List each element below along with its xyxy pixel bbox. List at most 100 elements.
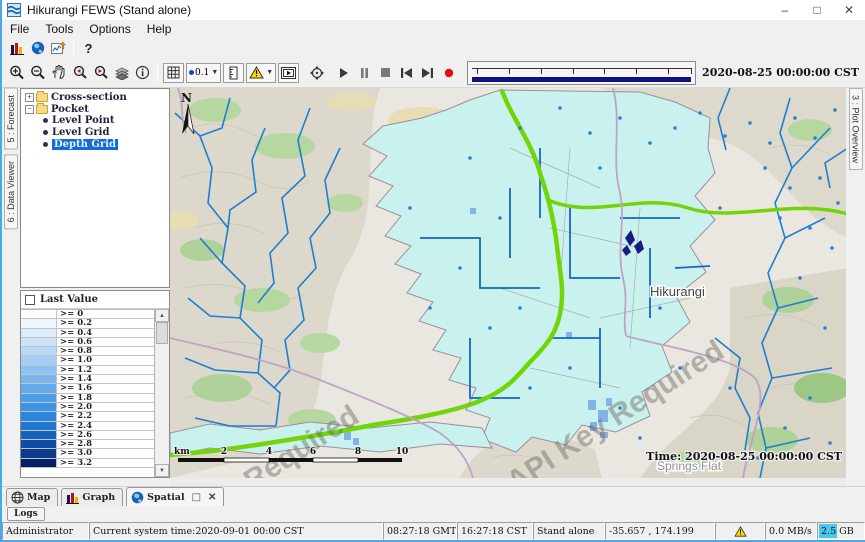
layers-icon[interactable] [111,63,132,83]
record-button[interactable] [438,63,459,83]
zoom-next-icon[interactable] [90,63,111,83]
tree-item-level-grid[interactable]: Level Grid [23,127,169,139]
warnings-button[interactable]: ▼ [246,63,276,83]
legend-color-swatch [21,403,57,411]
left-vertical-tab[interactable]: 5 : Forecast [4,88,18,150]
tree-item-cross-section[interactable]: + Cross-section [23,92,169,104]
data-display-icon[interactable] [6,38,27,58]
legend-row-label: >= 1.8 [57,394,154,402]
memory-usage-label: 2.5 GB [821,526,854,537]
animation-export-button[interactable] [278,63,299,83]
legend-color-swatch [21,338,57,346]
town-label: Hikurangi [650,284,705,299]
legend-row-label: >= 3.2 [57,459,154,467]
menu-item[interactable]: Tools [37,21,81,37]
logs-button[interactable]: Logs [7,507,45,521]
chevron-down-icon: ▼ [211,69,218,76]
animation-settings-icon[interactable] [306,63,327,83]
title-bar: Hikurangi FEWS (Stand alone) – □ ✕ [2,0,865,20]
step-back-button[interactable] [396,63,417,83]
tree-item-depth-grid[interactable]: Depth Grid [23,138,169,150]
map-display-icon[interactable] [27,38,48,58]
status-download-rate: 0.0 MB/s [765,522,817,540]
scale-ruler-button[interactable] [223,63,244,83]
tab-graph[interactable]: Graph [61,488,123,506]
legend-row-label: >= 2.8 [57,440,154,448]
legend-row-label: >= 2.4 [57,422,154,430]
status-memory[interactable]: 2.5 GB [817,522,865,540]
right-vertical-tab[interactable]: 3 : Plot Overview [849,88,863,170]
expand-icon[interactable]: + [25,93,34,102]
close-panel-icon[interactable]: ✕ [208,492,216,503]
timeline-slider[interactable] [467,61,696,85]
timeseries-display-icon[interactable] [48,38,69,58]
float-panel-icon[interactable]: □ [192,492,201,503]
tree-item-label: Cross-section [51,92,127,103]
grid-display-button[interactable] [163,63,184,83]
tree-item-level-point[interactable]: Level Point [23,115,169,127]
legend-header: Last Value [21,291,169,309]
tab-spatial[interactable]: Spatial □ ✕ [126,487,224,506]
menu-item[interactable]: Help [139,21,180,37]
map-canvas[interactable]: API Key Required API Key Required Hikura… [170,88,846,478]
help-button[interactable]: ? [78,38,99,58]
legend-row-label: >= 1.6 [57,384,154,392]
tab-map-label: Map [27,492,50,503]
tab-map[interactable]: Map [6,488,58,506]
menu-item[interactable]: Options [81,21,138,37]
pan-hand-icon[interactable] [48,63,69,83]
info-icon[interactable] [132,63,153,83]
legend-row-label: >= 1.2 [57,366,154,374]
scrollbar-thumb[interactable] [156,322,168,344]
legend-row[interactable]: >= 3.2 [21,459,154,468]
svg-text:10: 10 [396,447,409,457]
legend-row-label: >= 0.8 [57,347,154,355]
tree-item-label: Pocket [51,104,89,115]
status-bar: Administrator Current system time:2020-0… [2,522,865,540]
left-vertical-tab[interactable]: 6 : Data Viewer [4,154,18,229]
legend-row-label: >= 0.2 [57,319,154,327]
legend-scrollbar[interactable]: ▲ ▼ [154,309,169,477]
legend-color-swatch [21,384,57,392]
status-warning-cell[interactable] [715,522,765,540]
svg-text:2: 2 [221,447,227,457]
left-tab-strip: 5 : Forecast 6 : Data Viewer [2,88,20,486]
play-button[interactable] [333,63,354,83]
status-local-time: 16:27:18 CST [457,522,533,540]
toolbar-separator [157,65,158,81]
tree-item-label: Level Point [52,115,114,126]
legend-color-swatch [21,329,57,337]
contour-interval-select[interactable]: 0.1 ▼ [186,63,221,83]
legend-color-swatch [21,431,57,439]
scroll-up-icon[interactable]: ▲ [155,309,169,322]
legend-row-label: >= 0 [57,310,154,318]
legend-color-swatch [21,319,57,327]
minimize-button[interactable]: – [769,0,801,20]
zoom-out-icon[interactable] [27,63,48,83]
legend-color-swatch [21,375,57,383]
bar-chart-icon [66,492,79,504]
last-value-checkbox[interactable] [25,295,35,305]
menu-item[interactable]: File [2,21,37,37]
svg-text:6: 6 [310,447,316,457]
pause-button[interactable] [354,63,375,83]
stop-button[interactable] [375,63,396,83]
tree-item-pocket[interactable]: − Pocket [23,104,169,116]
warning-icon [734,526,747,537]
step-forward-button[interactable] [417,63,438,83]
timeline-progress-bar[interactable] [472,77,691,82]
map-toolbar: 0.1 ▼ ▼ [2,58,865,88]
legend-row-label: >= 1.4 [57,375,154,383]
svg-text:km: km [174,447,190,457]
status-coordinates: -35.657 , 174.199 [605,522,715,540]
legend-panel: Last Value >= 0 >= 0.2 [20,290,170,478]
status-mode: Stand alone [533,522,605,540]
scroll-down-icon[interactable]: ▼ [155,464,169,477]
close-button[interactable]: ✕ [833,0,865,20]
maximize-button[interactable]: □ [801,0,833,20]
zoom-previous-icon[interactable] [69,63,90,83]
zoom-in-icon[interactable] [6,63,27,83]
app-logo-icon [7,3,21,17]
status-system-time: Current system time:2020-09-01 00:00 CST [89,522,383,540]
collapse-icon[interactable]: − [25,105,34,114]
